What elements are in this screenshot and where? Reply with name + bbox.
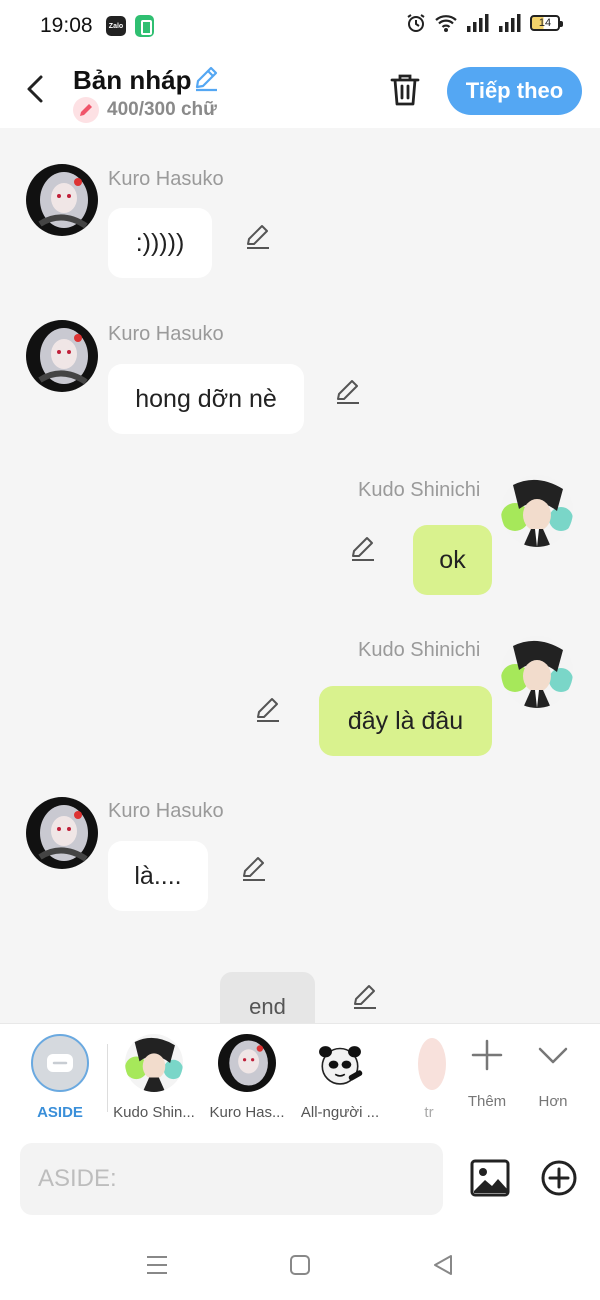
alarm-icon bbox=[407, 14, 425, 32]
zalo-notification-icon: Zalo bbox=[106, 16, 126, 36]
back-nav-icon[interactable] bbox=[429, 1251, 457, 1279]
avatar-kuro-hasuko[interactable] bbox=[26, 320, 98, 392]
more-label: Hơn bbox=[538, 1093, 568, 1110]
battery-icon: 14 bbox=[530, 15, 563, 31]
avatar-kudo-shinichi[interactable] bbox=[501, 636, 573, 708]
end-marker[interactable]: end bbox=[220, 972, 315, 1023]
sender-name: Kuro Hasuko bbox=[108, 323, 224, 345]
edit-message-icon[interactable] bbox=[351, 982, 379, 1010]
header: Bản nháp 400/300 chữ Tiếp theo bbox=[0, 52, 600, 128]
signal-icon bbox=[467, 14, 489, 32]
system-nav-bar bbox=[0, 1231, 600, 1300]
character-label: All-người ... bbox=[300, 1104, 380, 1121]
add-character-button[interactable]: Thêm bbox=[464, 1038, 510, 1110]
avatar-kuro-hasuko[interactable] bbox=[26, 797, 98, 869]
avatar bbox=[311, 1034, 369, 1092]
battery-app-notification-icon bbox=[135, 15, 154, 37]
avatar bbox=[410, 1034, 448, 1092]
message-bubble[interactable]: :))))) bbox=[108, 208, 212, 278]
signal-icon-2 bbox=[499, 14, 521, 32]
more-button[interactable]: Hơn bbox=[530, 1038, 576, 1110]
menu-icon[interactable] bbox=[143, 1251, 171, 1279]
edit-message-icon[interactable] bbox=[254, 695, 282, 723]
message-bubble[interactable]: ok bbox=[413, 525, 492, 595]
add-circle-icon[interactable] bbox=[540, 1159, 578, 1197]
wifi-icon bbox=[435, 15, 457, 32]
pencil-icon bbox=[73, 97, 99, 123]
character-kuro-hasuko[interactable]: Kuro Has... bbox=[205, 1034, 289, 1121]
avatar-kudo-shinichi[interactable] bbox=[501, 475, 573, 547]
back-arrow-icon[interactable] bbox=[22, 72, 52, 106]
avatar bbox=[125, 1034, 183, 1092]
aside-icon bbox=[31, 1034, 89, 1092]
chat-area: Kuro Hasuko :))))) Kuro Hasuko hong dỡn … bbox=[0, 128, 600, 1023]
status-bar: 19:08 Zalo 14 bbox=[0, 0, 600, 52]
message-bubble[interactable]: là.... bbox=[108, 841, 208, 911]
status-time: 19:08 bbox=[40, 14, 93, 37]
avatar-kuro-hasuko[interactable] bbox=[26, 164, 98, 236]
edit-message-icon[interactable] bbox=[240, 854, 268, 882]
avatar bbox=[218, 1034, 276, 1092]
character-label: tr bbox=[424, 1104, 434, 1121]
sender-name: Kudo Shinichi bbox=[358, 639, 481, 661]
character-kudo-shinichi[interactable]: Kudo Shin... bbox=[112, 1034, 196, 1121]
character-bar: ASIDE Kudo Shin... Kuro Has... All-người… bbox=[0, 1023, 600, 1131]
trash-icon[interactable] bbox=[388, 72, 422, 108]
character-label: Kudo Shin... bbox=[113, 1104, 195, 1121]
plus-icon bbox=[471, 1039, 503, 1071]
image-icon[interactable] bbox=[470, 1159, 510, 1197]
edit-message-icon[interactable] bbox=[334, 377, 362, 405]
message-bubble[interactable]: hong dỡn nè bbox=[108, 364, 304, 434]
chevron-down-icon bbox=[538, 1047, 568, 1064]
next-button[interactable]: Tiếp theo bbox=[447, 67, 582, 115]
home-icon[interactable] bbox=[286, 1251, 314, 1279]
edit-message-icon[interactable] bbox=[349, 534, 377, 562]
sender-name: Kuro Hasuko bbox=[108, 168, 224, 190]
add-label: Thêm bbox=[467, 1093, 507, 1110]
character-label: ASIDE bbox=[37, 1104, 83, 1121]
edit-title-icon[interactable] bbox=[192, 64, 220, 92]
sender-name: Kudo Shinichi bbox=[358, 479, 481, 501]
character-all[interactable]: All-người ... bbox=[298, 1034, 382, 1121]
message-input[interactable] bbox=[20, 1143, 443, 1215]
edit-message-icon[interactable] bbox=[244, 222, 272, 250]
message-bubble[interactable]: đây là đâu bbox=[319, 686, 492, 756]
divider bbox=[107, 1044, 108, 1112]
sender-name: Kuro Hasuko bbox=[108, 800, 224, 822]
page-title: Bản nháp bbox=[73, 65, 192, 95]
character-label: Kuro Has... bbox=[209, 1104, 285, 1121]
character-partial[interactable]: tr bbox=[410, 1034, 448, 1121]
character-aside[interactable]: ASIDE bbox=[25, 1034, 95, 1121]
word-counter: 400/300 chữ bbox=[107, 99, 217, 120]
composer bbox=[0, 1131, 600, 1231]
